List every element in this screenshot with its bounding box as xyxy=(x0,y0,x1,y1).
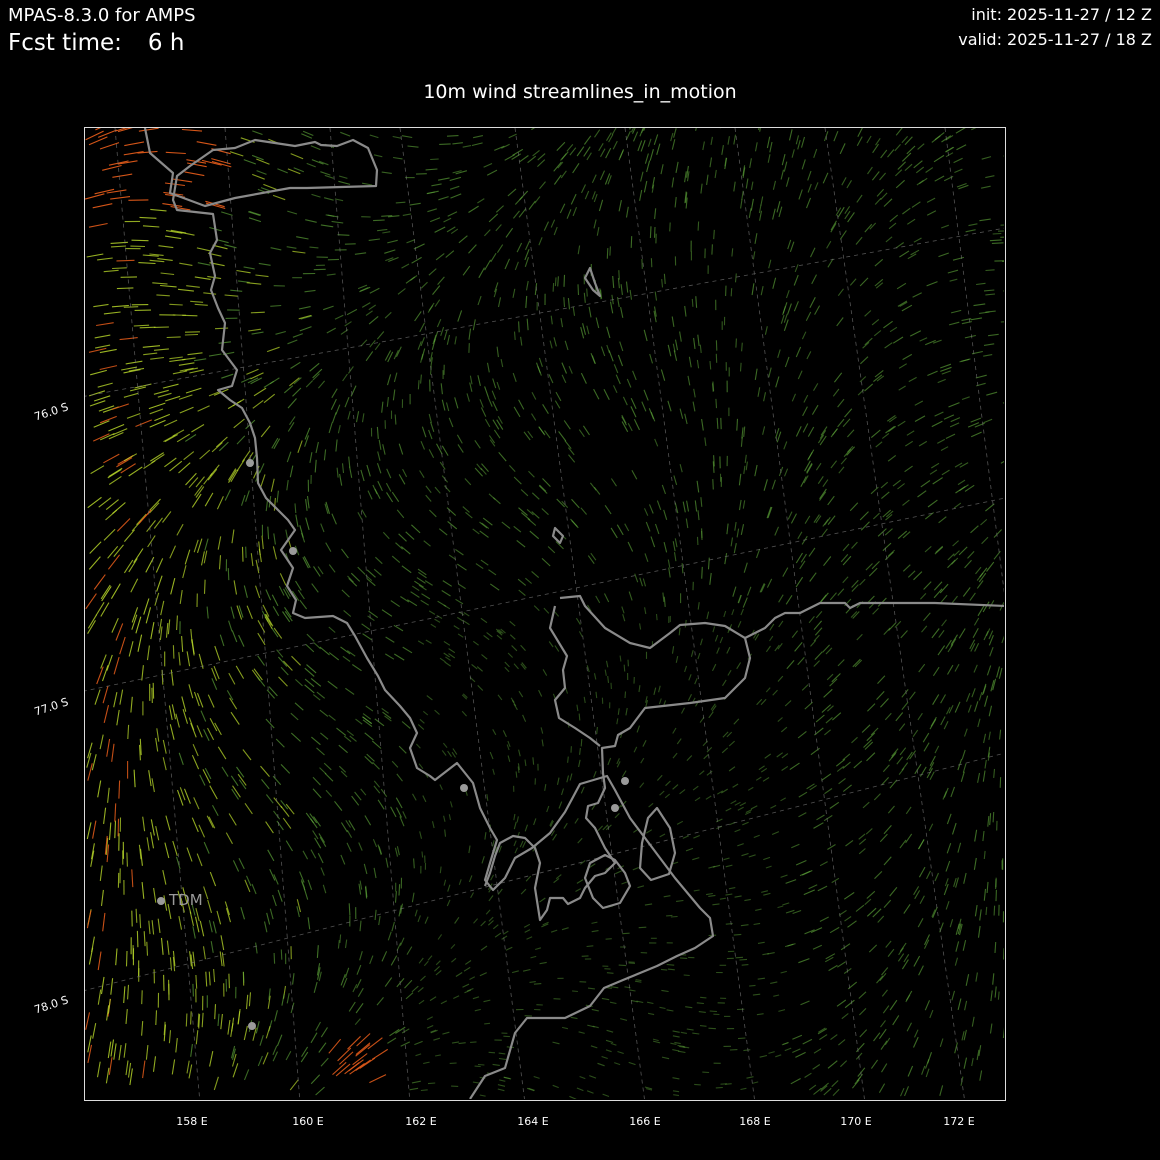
x-tick-label: 166 E xyxy=(629,1115,661,1128)
x-tick-label: 162 E xyxy=(405,1115,437,1128)
map-panel[interactable]: TDM xyxy=(84,127,1006,1101)
meridian-line xyxy=(624,128,755,1099)
station-marker[interactable] xyxy=(621,777,629,785)
forecast-time: Fcst time: 6 h xyxy=(8,30,184,56)
y-tick-label: 77.0 S xyxy=(32,695,71,719)
coastline-black-island xyxy=(638,806,677,882)
station-marker[interactable] xyxy=(289,547,297,555)
forecast-time-label: Fcst time: xyxy=(8,30,122,56)
wind-streamlines xyxy=(85,128,1004,1099)
x-tick-label: 172 E xyxy=(943,1115,975,1128)
station-marker-tdm[interactable] xyxy=(157,897,165,905)
y-tick-label: 78.0 S xyxy=(32,993,71,1017)
forecast-time-value: 6 h xyxy=(147,30,185,56)
x-tick-label: 158 E xyxy=(176,1115,208,1128)
x-tick-label: 160 E xyxy=(292,1115,324,1128)
meridian-line xyxy=(944,128,1004,594)
station-label-tdm: TDM xyxy=(168,891,203,909)
coastline-beaufort xyxy=(551,526,565,545)
x-tick-label: 168 E xyxy=(739,1115,771,1128)
y-tick-label: 76.0 S xyxy=(32,400,71,424)
map-title: 10m wind streamlines_in_motion xyxy=(423,81,737,103)
meridian-line xyxy=(114,128,201,1099)
station-marker[interactable] xyxy=(611,804,619,812)
stations: TDM xyxy=(157,459,629,1030)
parallel-line xyxy=(85,497,1004,692)
meridian-line xyxy=(824,128,965,1099)
station-marker[interactable] xyxy=(246,459,254,467)
meridian-line xyxy=(399,128,525,1099)
coastline-ross-ice-shelf xyxy=(548,601,1004,747)
model-name: MPAS-8.3.0 for AMPS xyxy=(8,5,196,26)
parallel-line xyxy=(85,227,1004,397)
station-marker[interactable] xyxy=(460,784,468,792)
meridian-line xyxy=(329,128,411,1099)
x-tick-label: 170 E xyxy=(840,1115,872,1128)
init-time: init: 2025-11-27 / 12 Z xyxy=(971,5,1152,24)
coastline-ross-island xyxy=(483,594,752,922)
meridian-line xyxy=(514,128,645,1099)
valid-time: valid: 2025-11-27 / 18 Z xyxy=(958,30,1152,49)
map-canvas[interactable]: TDM xyxy=(85,128,1004,1099)
station-marker[interactable] xyxy=(248,1022,256,1030)
x-tick-label: 164 E xyxy=(517,1115,549,1128)
